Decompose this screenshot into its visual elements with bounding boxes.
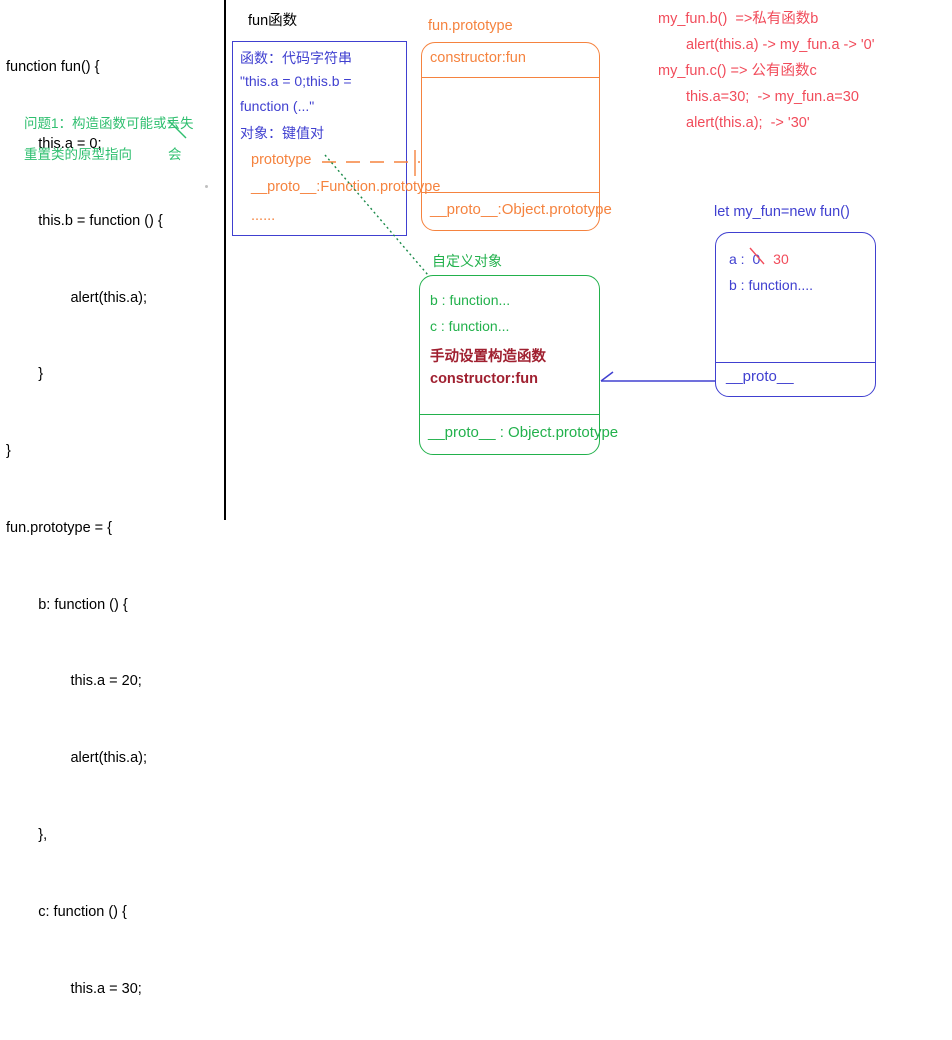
red-note-line: my_fun.c() => 公有函数c (658, 63, 817, 79)
strike-mark-icon (167, 119, 187, 139)
strikethrough-icon (747, 246, 769, 268)
code-line: b: function () { (6, 596, 128, 613)
box-my-fun-row-a: a : 0 30 (729, 247, 789, 267)
box-custom-object: b : function... c : function... 手动设置构造函数… (419, 275, 618, 455)
code-line: } (6, 366, 44, 383)
prop-a-old-value: 0 (749, 247, 765, 267)
box-custom-row-c: c : function... (430, 318, 510, 334)
code-line: }, (6, 827, 48, 843)
box-my-fun-proto: __proto__ (726, 368, 794, 385)
red-note-line: this.a=30; -> my_fun.a=30 (686, 89, 859, 105)
box-my-fun-instance: a : 0 30 b : function.... __proto__ (715, 232, 876, 397)
code-line: this.b = function () { (6, 212, 163, 229)
code-line: this.a = 20; (6, 673, 142, 690)
box-my-fun-footer: __proto__ (716, 362, 875, 396)
box-fun-row: function (..." (240, 98, 315, 114)
box-fun-row-ellipsis: ...... (251, 208, 276, 224)
label-custom-object: 自定义对象 (432, 253, 502, 269)
red-note-line: my_fun.b() =>私有函数b (658, 11, 819, 27)
code-line: } (6, 443, 11, 460)
prop-a-new-value: 30 (773, 251, 789, 267)
diagram-canvas: function fun() { this.a = 0; this.b = fu… (0, 0, 952, 997)
box-fun-prototype-footer: __proto__:Object.prototype (422, 192, 612, 230)
box-fun-row-proto: __proto__:Function.prototype (251, 179, 441, 195)
box-fun-row: "this.a = 0;this.b = (240, 73, 352, 89)
box-fun-row: 对象：键值对 (240, 125, 324, 141)
annotation-problem-line2: 重置类的原型指向 (24, 147, 132, 162)
code-line: this.a = 30; (6, 980, 142, 997)
box-fun-prototype-header: constructor:fun (422, 43, 599, 78)
box-fun-prototype-constructor: constructor:fun (430, 50, 526, 66)
annotation-problem-extra: 会 (168, 147, 182, 162)
code-line: alert(this.a); (6, 750, 148, 767)
red-annotation-block: my_fun.b() =>私有函数b alert(this.a) -> my_f… (658, 6, 948, 136)
box-fun-row: 函数：代码字符串 (240, 50, 352, 66)
box-fun-row-prototype: prototype (251, 152, 312, 168)
red-note-line: alert(this.a) -> my_fun.a -> '0' (686, 37, 875, 53)
box-my-fun-row-b: b : function.... (729, 277, 814, 293)
label-fun-prototype: fun.prototype (428, 18, 513, 34)
box-custom-row-constructor: constructor:fun (430, 371, 538, 387)
code-line: function fun() { (6, 59, 100, 76)
code-panel: function fun() { this.a = 0; this.b = fu… (0, 0, 226, 997)
connector-myfun-proto-to-customobject (600, 371, 715, 382)
label-fun-function: fun函数 (248, 13, 298, 29)
box-fun-function: 函数：代码字符串 "this.a = 0;this.b = function (… (232, 41, 440, 236)
box-fun-prototype-proto: __proto__:Object.prototype (430, 201, 612, 218)
stray-dot-icon (205, 185, 208, 188)
red-note-line: alert(this.a); -> '30' (686, 115, 810, 131)
prop-a-key: a : (729, 251, 745, 267)
box-custom-row-b: b : function... (430, 292, 511, 308)
box-custom-object-footer: __proto__ : Object.prototype (420, 414, 618, 454)
code-line: alert(this.a); (6, 289, 148, 306)
code-line: c: function () { (6, 903, 127, 920)
label-let-my-fun: let my_fun=new fun() (714, 204, 850, 220)
box-custom-row-manual-note: 手动设置构造函数 (430, 349, 546, 365)
box-fun-prototype: constructor:fun __proto__:Object.prototy… (421, 42, 612, 231)
box-custom-object-proto: __proto__ : Object.prototype (428, 424, 619, 441)
